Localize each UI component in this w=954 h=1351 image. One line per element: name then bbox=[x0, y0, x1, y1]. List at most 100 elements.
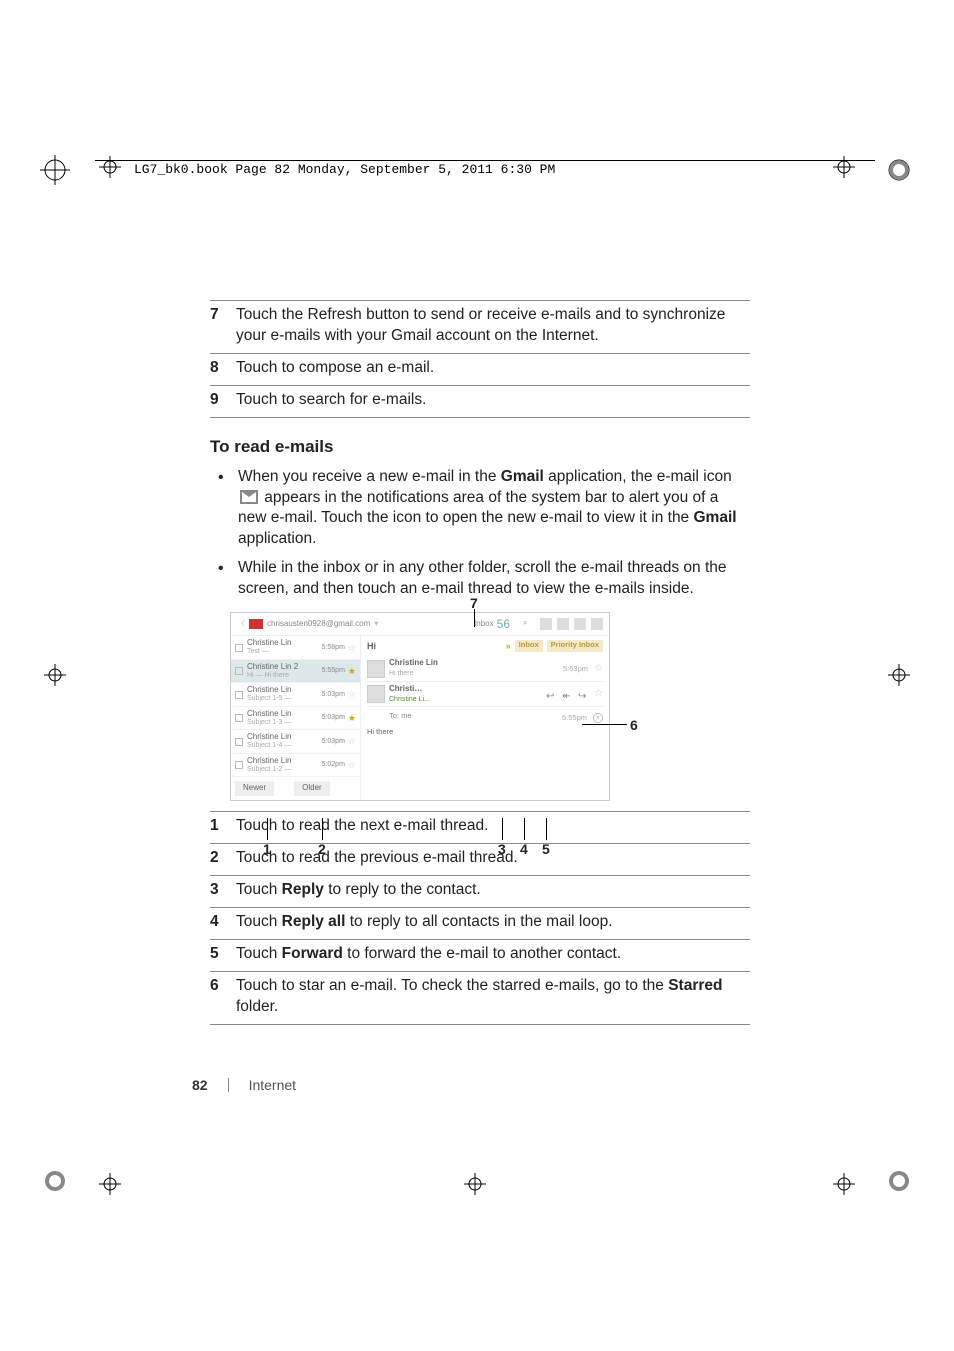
list-item[interactable]: Christine LinSubject 1-2 — 5:02pm☆ bbox=[231, 754, 360, 777]
newer-button[interactable]: Newer bbox=[235, 781, 274, 796]
row-text: Touch to star an e-mail. To check the st… bbox=[236, 976, 750, 1018]
checkbox-icon[interactable] bbox=[235, 691, 243, 699]
row-text: Touch the Refresh button to send or rece… bbox=[236, 305, 750, 347]
time: 5:03pm bbox=[322, 713, 345, 722]
inbox-count: 56 bbox=[497, 616, 510, 632]
sub: Hi — Hi there bbox=[247, 672, 322, 680]
star-icon[interactable]: ☆ bbox=[348, 759, 356, 771]
row-num: 7 bbox=[210, 305, 236, 347]
bullet-text: application, the e-mail icon bbox=[544, 468, 732, 485]
row-num: 8 bbox=[210, 358, 236, 379]
msg-time: 5:55pm bbox=[562, 713, 587, 723]
gmail-label: Gmail bbox=[501, 468, 544, 485]
row-num: 4 bbox=[210, 912, 236, 933]
email-body: Hi there bbox=[367, 727, 603, 737]
from: Christine Lin bbox=[247, 710, 322, 719]
star-icon[interactable]: ☆ bbox=[594, 687, 603, 701]
from: Christine Lin bbox=[247, 733, 322, 742]
row-text: Touch to read the previous e-mail thread… bbox=[236, 848, 750, 869]
preview: Hi there bbox=[389, 669, 438, 678]
tag-priority: Priority Inbox bbox=[547, 640, 603, 652]
callout-3: 3 bbox=[498, 840, 506, 859]
leader-line bbox=[322, 818, 323, 840]
crop-mark-icon bbox=[884, 1166, 914, 1196]
gmail-screenshot: 〈 chrisausten0928@gmail.com ▾ Inbox 56 ⌕… bbox=[230, 612, 610, 801]
menu-icon[interactable] bbox=[591, 618, 603, 630]
gmail-label: Gmail bbox=[694, 509, 737, 526]
time: 5:58pm bbox=[322, 643, 345, 652]
star-icon[interactable]: ☆ bbox=[594, 662, 603, 676]
checkbox-icon[interactable] bbox=[235, 714, 243, 722]
crop-mark-icon bbox=[40, 660, 70, 690]
section-title: To read e-mails bbox=[210, 436, 750, 459]
crop-mark-icon bbox=[95, 152, 125, 182]
row-text: Touch Reply all to reply to all contacts… bbox=[236, 912, 750, 933]
inbox-label: Inbox bbox=[474, 619, 494, 630]
row-num: 2 bbox=[210, 848, 236, 869]
instruction-row-7: 7 Touch the Refresh button to send or re… bbox=[210, 300, 750, 353]
details-icon[interactable]: ‹ bbox=[593, 713, 603, 723]
print-header-rule bbox=[95, 160, 875, 161]
callout-2: 2 bbox=[318, 840, 326, 859]
list-item[interactable]: Christine LinSubject 1-5 — 5:03pm☆ bbox=[231, 683, 360, 706]
star-icon[interactable]: ★ bbox=[348, 665, 356, 677]
print-header-text: LG7_bk0.book Page 82 Monday, September 5… bbox=[130, 162, 559, 177]
leader-line bbox=[546, 818, 547, 840]
email-view: Hi » Inbox Priority Inbox Christine LinH… bbox=[361, 636, 609, 800]
reply-all-icon[interactable]: ↞ bbox=[562, 690, 572, 698]
checkbox-icon[interactable] bbox=[235, 644, 243, 652]
footer-separator bbox=[228, 1078, 229, 1092]
refresh-icon[interactable] bbox=[557, 618, 569, 630]
list-item[interactable]: Christine Lin 2Hi — Hi there 5:55pm★ bbox=[231, 660, 360, 683]
star-icon[interactable]: ★ bbox=[348, 712, 356, 724]
callout-1: 1 bbox=[263, 840, 271, 859]
message-row[interactable]: Christine LinHi there 5:53pm ☆ bbox=[367, 656, 603, 681]
star-icon[interactable]: ☆ bbox=[348, 688, 356, 700]
checkbox-icon[interactable] bbox=[235, 761, 243, 769]
avatar-icon bbox=[367, 685, 385, 703]
row-num: 3 bbox=[210, 880, 236, 901]
list-item[interactable]: Christine LinTest — 5:58pm☆ bbox=[231, 636, 360, 659]
bullet-text: application. bbox=[238, 530, 316, 547]
mail-icon bbox=[240, 490, 258, 504]
gmail-icon bbox=[249, 619, 263, 629]
crop-mark-icon bbox=[40, 155, 70, 185]
time: 5:02pm bbox=[322, 760, 345, 769]
crop-mark-icon bbox=[884, 660, 914, 690]
list-item[interactable]: Christine LinSubject 1-3 — 5:03pm★ bbox=[231, 707, 360, 730]
trash-icon[interactable] bbox=[574, 618, 586, 630]
checkbox-icon[interactable] bbox=[235, 738, 243, 746]
list-item[interactable]: Christine LinSubject 1-4 — 5:03pm☆ bbox=[231, 730, 360, 753]
compose-icon[interactable] bbox=[540, 618, 552, 630]
message-row-expanded[interactable]: Christi…Christine Li... ↩ ↞ ↪ ☆ bbox=[367, 682, 603, 707]
leader-line bbox=[582, 724, 627, 725]
to-line: To: me bbox=[389, 711, 412, 721]
callout-4: 4 bbox=[520, 840, 528, 859]
row-num: 1 bbox=[210, 816, 236, 837]
instruction-row-8: 8 Touch to compose an e-mail. bbox=[210, 353, 750, 385]
time: 5:03pm bbox=[322, 737, 345, 746]
crop-mark-icon bbox=[884, 155, 914, 185]
older-button[interactable]: Older bbox=[294, 781, 330, 796]
desc-row-2: 2 Touch to read the previous e-mail thre… bbox=[210, 843, 750, 875]
row-text: Touch to search for e-mails. bbox=[236, 390, 750, 411]
sender: Christi… bbox=[389, 684, 430, 695]
time: 5:03pm bbox=[322, 690, 345, 699]
row-text: Touch to read the next e-mail thread. bbox=[236, 816, 750, 837]
forward-icon[interactable]: ↪ bbox=[578, 690, 588, 698]
checkbox-icon[interactable] bbox=[235, 667, 243, 675]
desc-row-1: 1 Touch to read the next e-mail thread. bbox=[210, 811, 750, 843]
star-icon[interactable]: ☆ bbox=[348, 735, 356, 747]
leader-line bbox=[474, 609, 475, 627]
crop-mark-icon bbox=[460, 1169, 490, 1199]
time: 5:55pm bbox=[322, 666, 345, 675]
search-icon[interactable]: ⌕ bbox=[523, 618, 535, 630]
sub: Subject 1-4 — bbox=[247, 742, 322, 750]
desc-row-4: 4 Touch Reply all to reply to all contac… bbox=[210, 907, 750, 939]
from: Christine Lin bbox=[247, 686, 322, 695]
page-footer: 82 Internet bbox=[192, 1077, 296, 1093]
msg-time: 5:53pm bbox=[563, 664, 588, 674]
reply-icon[interactable]: ↩ bbox=[546, 690, 556, 698]
crop-mark-icon bbox=[829, 1169, 859, 1199]
star-icon[interactable]: ☆ bbox=[348, 642, 356, 654]
